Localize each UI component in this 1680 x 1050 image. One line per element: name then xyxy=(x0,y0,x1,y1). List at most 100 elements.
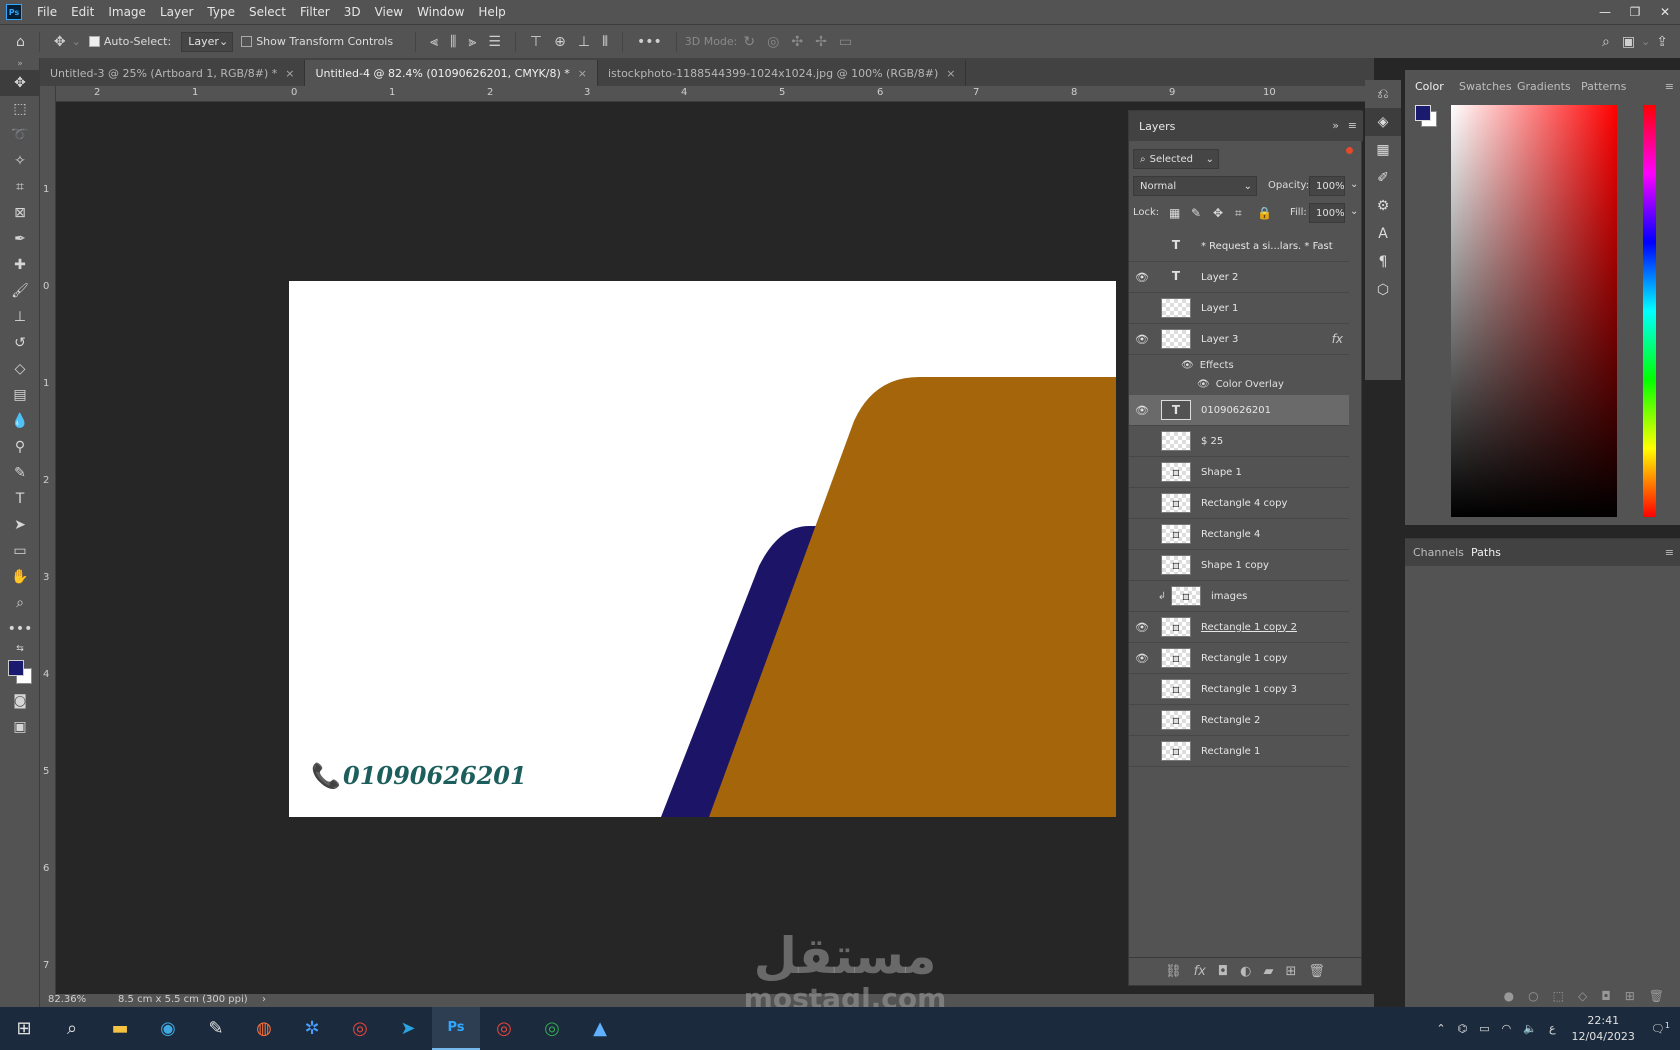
chrome-icon[interactable]: ◎ xyxy=(336,1007,384,1050)
align-bottom-icon[interactable]: ⊥ xyxy=(578,34,590,50)
windows-start-icon[interactable]: ⊞ xyxy=(0,1007,48,1050)
menu-select[interactable]: Select xyxy=(242,5,293,19)
delete-path-icon[interactable]: 🗑 xyxy=(1649,989,1664,1005)
layer-row[interactable]: ▫ Rectangle 4 xyxy=(1129,519,1349,550)
lock-artboard-icon[interactable]: ⌗ xyxy=(1235,206,1242,221)
crop-tool-icon[interactable]: ⌗ xyxy=(0,174,40,200)
properties-icon[interactable]: ⚙ xyxy=(1365,192,1401,220)
layer-row[interactable]: ▫ Rectangle 4 copy xyxy=(1129,488,1349,519)
tab-untitled-3[interactable]: Untitled-3 @ 25% (Artboard 1, RGB/8#) * × xyxy=(40,60,306,86)
layer-row[interactable]: 👁 ▫ Rectangle 1 copy xyxy=(1129,643,1349,674)
layer-row[interactable]: $ 25 xyxy=(1129,426,1349,457)
align-top-icon[interactable]: ⊤ xyxy=(530,34,542,50)
eraser-tool-icon[interactable]: ◇ xyxy=(0,356,40,382)
distribute-vertical-icon[interactable]: ⫴ xyxy=(602,34,608,50)
edge-browser-icon[interactable]: ◉ xyxy=(144,1007,192,1050)
distribute-icon[interactable]: ☰ xyxy=(488,34,501,50)
3d-pan-icon[interactable]: ✣ xyxy=(791,34,803,50)
move-tool-icon[interactable]: ✥ xyxy=(0,70,40,96)
align-right-icon[interactable]: ⫸ xyxy=(468,34,476,50)
magic-wand-tool-icon[interactable]: ✧ xyxy=(0,148,40,174)
fill-path-icon[interactable]: ● xyxy=(1504,989,1514,1005)
tab-color[interactable]: Color xyxy=(1415,80,1444,93)
chrome-profile-icon[interactable]: ◎ xyxy=(480,1007,528,1050)
panel-menu-icon[interactable]: ≡ xyxy=(1665,80,1674,93)
status-arrow-icon[interactable]: › xyxy=(262,994,266,1005)
effects-row[interactable]: 👁 Effects xyxy=(1129,356,1349,374)
paragraph-icon[interactable]: ¶ xyxy=(1365,248,1401,276)
libraries-icon[interactable]: ▦ xyxy=(1365,136,1401,164)
file-explorer-icon[interactable]: ▬ xyxy=(96,1007,144,1050)
tab-paths[interactable]: Paths xyxy=(1471,546,1501,559)
panel-menu-icon[interactable]: ≡ xyxy=(1665,546,1674,559)
auto-select-target-dropdown[interactable]: Layer ⌄ xyxy=(181,31,234,52)
stamp-tool-icon[interactable]: ⊥ xyxy=(0,304,40,330)
opacity-input[interactable]: 100% xyxy=(1309,176,1345,196)
history-brush-tool-icon[interactable]: ↺ xyxy=(0,330,40,356)
restore-button[interactable]: ❐ xyxy=(1620,5,1650,19)
layer-row[interactable]: ▫ Rectangle 1 copy 3 xyxy=(1129,674,1349,705)
move-tool-icon[interactable]: ✥ xyxy=(54,34,66,50)
add-style-icon[interactable]: fx xyxy=(1194,964,1206,979)
brushes-icon[interactable]: ✐ xyxy=(1365,164,1401,192)
dodge-tool-icon[interactable]: ⚲ xyxy=(0,434,40,460)
quick-mask-icon[interactable]: ◙ xyxy=(0,688,40,714)
3d-icon[interactable]: ⬡ xyxy=(1365,276,1401,304)
show-transform-controls-checkbox[interactable] xyxy=(241,36,253,47)
color-field[interactable] xyxy=(1451,105,1617,517)
close-tab-icon[interactable]: × xyxy=(285,67,294,80)
clock[interactable]: 22:41 12/04/2023 xyxy=(1572,1013,1635,1045)
auto-select-checkbox[interactable] xyxy=(88,36,100,47)
menu-file[interactable]: File xyxy=(30,5,64,19)
battery-icon[interactable]: ▭ xyxy=(1479,1022,1489,1035)
workspace-icon[interactable]: ▣ xyxy=(1622,34,1635,50)
eye-icon[interactable]: 👁 xyxy=(1129,621,1155,634)
lock-position-icon[interactable]: ✥ xyxy=(1213,206,1223,220)
eye-icon[interactable]: 👁 xyxy=(1129,271,1155,284)
add-mask-icon[interactable]: ◘ xyxy=(1601,989,1611,1005)
tab-gradients[interactable]: Gradients xyxy=(1517,80,1571,93)
layer-row[interactable]: ↲ ▫ images xyxy=(1129,581,1349,612)
collapse-icon[interactable]: » xyxy=(1332,119,1339,132)
menu-help[interactable]: Help xyxy=(471,5,512,19)
tab-untitled-4[interactable]: Untitled-4 @ 82.4% (01090626201, CMYK/8)… xyxy=(305,60,598,86)
new-layer-icon[interactable]: ⊞ xyxy=(1286,964,1297,979)
zoom-tool-icon[interactable]: ⌕ xyxy=(0,590,40,616)
eyedropper-tool-icon[interactable]: ✒ xyxy=(0,226,40,252)
align-middle-icon[interactable]: ⊕ xyxy=(554,34,566,50)
history-icon[interactable]: ⎌ xyxy=(1365,80,1401,108)
frame-tool-icon[interactable]: ⊠ xyxy=(0,200,40,226)
fill-input[interactable]: 100% xyxy=(1309,203,1345,223)
pen-tool-icon[interactable]: ✎ xyxy=(0,460,40,486)
lock-all-icon[interactable]: 🔒 xyxy=(1257,206,1272,220)
new-group-icon[interactable]: ▰ xyxy=(1264,964,1274,979)
menu-type[interactable]: Type xyxy=(200,5,242,19)
menu-image[interactable]: Image xyxy=(101,5,153,19)
notification-icon[interactable]: 🗨1 xyxy=(1651,1021,1670,1036)
share-icon[interactable]: ⇪ xyxy=(1656,34,1668,50)
hue-slider[interactable] xyxy=(1643,105,1656,517)
chevron-down-icon[interactable]: ⌄ xyxy=(72,35,81,48)
new-path-icon[interactable]: ⊞ xyxy=(1625,989,1635,1005)
chevron-down-icon[interactable]: ⌄ xyxy=(1350,179,1358,190)
eye-icon[interactable]: 👁 xyxy=(1129,404,1155,417)
wifi-icon[interactable]: ◠ xyxy=(1502,1022,1512,1035)
lock-pixels-icon[interactable]: ✎ xyxy=(1191,206,1201,220)
brush-tool-icon[interactable]: 🖌 xyxy=(0,278,40,304)
document-canvas[interactable]: 📞 01090626201 xyxy=(289,281,1116,817)
link-layers-icon[interactable]: ⛓ xyxy=(1165,964,1182,979)
photos-app-icon[interactable]: ▲ xyxy=(576,1007,624,1050)
lock-transparent-icon[interactable]: ▦ xyxy=(1169,206,1180,220)
make-path-icon[interactable]: ◇ xyxy=(1578,989,1587,1005)
scanner-app-icon[interactable]: ✎ xyxy=(192,1007,240,1050)
type-tool-icon[interactable]: T xyxy=(0,486,40,512)
hand-tool-icon[interactable]: ✋ xyxy=(0,564,40,590)
gradient-tool-icon[interactable]: ▤ xyxy=(0,382,40,408)
menu-edit[interactable]: Edit xyxy=(64,5,101,19)
rectangle-tool-icon[interactable]: ▭ xyxy=(0,538,40,564)
layer-row-selected[interactable]: 👁 T 01090626201 xyxy=(1129,395,1349,426)
filter-toggle-indicator[interactable] xyxy=(1346,147,1353,154)
more-options-icon[interactable]: ••• xyxy=(637,34,662,50)
more-tools-icon[interactable]: ••• xyxy=(0,616,40,642)
layer-row[interactable]: 👁 ▫ Rectangle 1 copy 2 xyxy=(1129,612,1349,643)
